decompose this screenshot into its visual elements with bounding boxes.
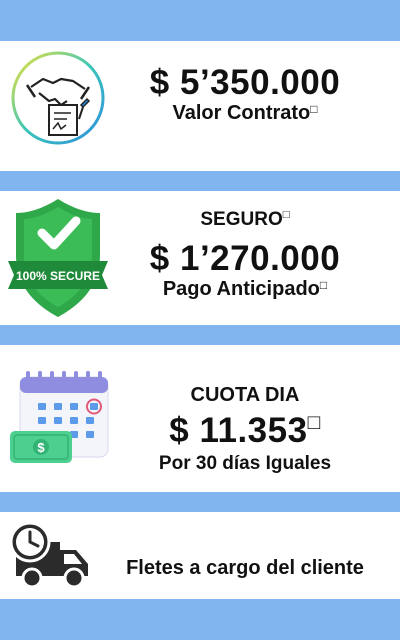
freight-label: Fletes a cargo del cliente <box>126 557 364 579</box>
insurance-title: SEGURO□ <box>200 209 290 230</box>
truck-clock-icon <box>8 520 94 592</box>
freight-card: Fletes a cargo del cliente <box>0 512 400 599</box>
svg-text:$: $ <box>37 440 45 455</box>
daily-fee-label: Por 30 días Iguales <box>158 453 332 474</box>
svg-text:100% SECURE: 100% SECURE <box>16 269 100 283</box>
contract-label: Valor Contrato□ <box>172 102 318 124</box>
daily-fee-amount: $ 11.353□ <box>169 411 321 450</box>
insurance-amount: $ 1’270.000 <box>149 239 341 278</box>
contract-amount: $ 5’350.000 <box>149 63 341 102</box>
calendar-money-icon: $ <box>8 369 116 467</box>
daily-fee-title: CUOTA DIA <box>190 384 300 406</box>
shield-secure-icon: 100% SECURE <box>6 195 110 323</box>
daily-fee-card: $ CUOTA DIA $ 11.353□ Por 30 días Iguale… <box>0 345 400 492</box>
insurance-card: 100% SECURE SEGURO□ $ 1’270.000 Pago Ant… <box>0 191 400 325</box>
contract-card: $ 5’350.000 Valor Contrato□ <box>0 41 400 171</box>
insurance-label: Pago Anticipado□ <box>162 278 328 300</box>
handshake-contract-icon <box>9 49 107 147</box>
